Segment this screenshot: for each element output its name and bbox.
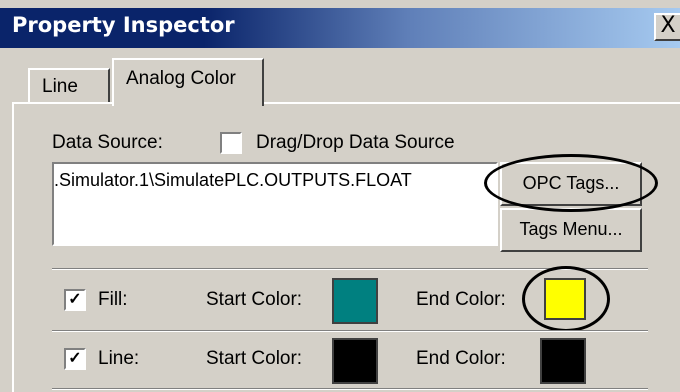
tab-analog-color[interactable]: Analog Color (112, 58, 264, 106)
close-button[interactable]: X (654, 13, 680, 41)
property-inspector-window: Property Inspector X Line Analog Color D… (0, 0, 680, 392)
separator-bottom (52, 388, 648, 390)
fill-start-color-swatch[interactable] (332, 278, 378, 324)
tags-menu-button[interactable]: Tags Menu... (500, 208, 642, 252)
window-title: Property Inspector (12, 13, 235, 37)
line-checkbox[interactable]: ✓ (64, 348, 86, 370)
tab-line-label: Line (42, 76, 78, 97)
line-start-color-swatch[interactable] (332, 338, 378, 384)
dragdrop-checkbox[interactable] (220, 132, 242, 154)
line-start-color-label: Start Color: (206, 348, 303, 369)
separator-middle (52, 330, 648, 332)
line-end-color-swatch[interactable] (540, 338, 586, 384)
tab-analog-color-label: Analog Color (126, 68, 236, 89)
separator-top (52, 268, 648, 270)
fill-end-color-label: End Color: (416, 289, 506, 310)
fill-label: Fill: (98, 289, 128, 310)
opc-tags-button[interactable]: OPC Tags... (500, 162, 642, 206)
title-bar: Property Inspector X (0, 0, 680, 56)
data-source-field[interactable]: .Simulator.1\SimulatePLC.OUTPUTS.FLOAT (52, 162, 498, 246)
data-source-value: .Simulator.1\SimulatePLC.OUTPUTS.FLOAT (54, 170, 412, 190)
fill-end-color-swatch[interactable] (544, 278, 586, 320)
data-source-label: Data Source: (52, 132, 163, 153)
tab-line[interactable]: Line (28, 68, 110, 104)
line-end-color-label: End Color: (416, 348, 506, 369)
line-label: Line: (98, 348, 140, 369)
dragdrop-label: Drag/Drop Data Source (256, 132, 455, 153)
fill-checkbox[interactable]: ✓ (64, 289, 86, 311)
fill-start-color-label: Start Color: (206, 289, 303, 310)
